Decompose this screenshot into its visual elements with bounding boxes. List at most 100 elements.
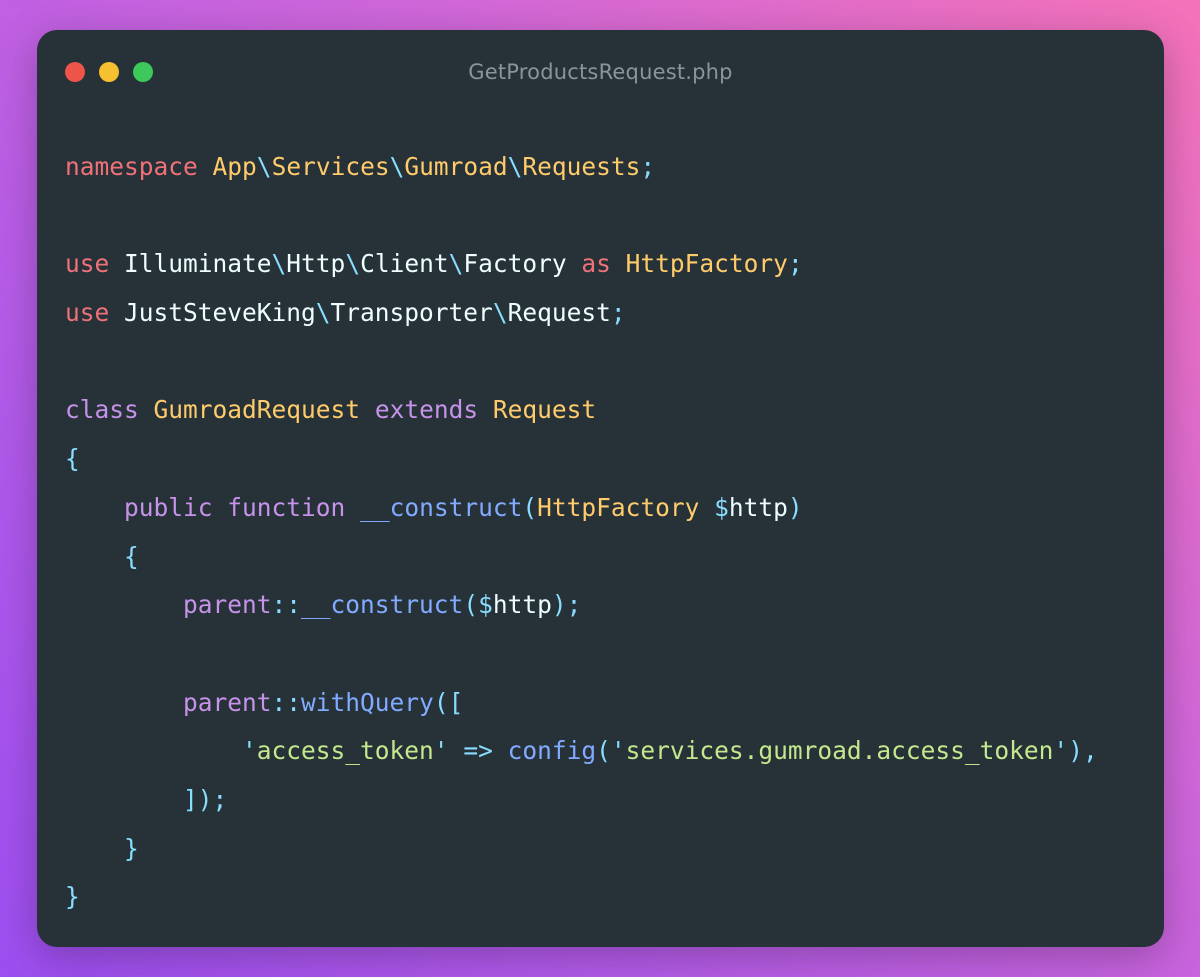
code-token: { (124, 541, 139, 571)
code-token: Illuminate (109, 249, 272, 279)
code-token: \ (256, 152, 272, 181)
code-token: :: (271, 687, 302, 717)
code-token: ); (551, 590, 582, 620)
code-token: function (227, 492, 346, 522)
code-block: namespace App\Services\Gumroad\Requests;… (65, 143, 1098, 922)
code-line: parent::withQuery([ (65, 679, 1098, 728)
code-token: __construct (360, 492, 523, 522)
code-token: withQuery (301, 687, 434, 717)
code-token: access_token (256, 736, 434, 766)
code-token: ( (596, 736, 611, 766)
code-token: GumroadRequest (153, 395, 361, 425)
code-token: __construct (301, 590, 464, 620)
code-token: } (124, 833, 139, 863)
code-line: class GumroadRequest extends Request (65, 386, 1098, 435)
code-token: Transporter (330, 298, 493, 328)
code-token: ]); (183, 784, 228, 814)
code-token: { (65, 444, 80, 474)
code-token: \ (315, 298, 331, 328)
code-token: \ (389, 152, 405, 181)
code-token: ' (1053, 736, 1069, 766)
code-token: ([ (433, 687, 464, 717)
title-bar: GetProductsRequest.php (37, 30, 1164, 116)
code-line: ]); (65, 776, 1098, 825)
code-token: Client (360, 249, 449, 279)
code-token: Http (286, 249, 346, 279)
code-token: \ (507, 152, 523, 181)
code-token: Gumroad (404, 152, 508, 181)
code-token: ( (463, 590, 479, 620)
code-line: } (65, 873, 1098, 922)
code-line: 'access_token' => config('services.gumro… (65, 727, 1098, 776)
code-token: config (507, 736, 597, 766)
code-token: Request (507, 298, 611, 328)
code-token: ), (1068, 736, 1098, 766)
code-token: \ (448, 249, 464, 279)
window-title: GetProductsRequest.php (468, 60, 733, 84)
code-line: } (65, 825, 1098, 874)
code-token: Services (271, 152, 390, 181)
code-token: HttpFactory (537, 492, 700, 522)
code-token: ' (242, 736, 257, 766)
code-token: => (463, 736, 493, 766)
code-token: $ (478, 590, 493, 620)
code-token: extends (374, 395, 479, 425)
code-token: parent (183, 590, 272, 620)
code-token: ; (787, 249, 803, 279)
code-line: parent::__construct($http); (65, 581, 1098, 630)
code-token: Factory (463, 249, 567, 279)
code-token: use (65, 298, 110, 328)
code-line: { (65, 435, 1098, 484)
code-token: parent (183, 687, 272, 717)
code-token: :: (271, 590, 302, 620)
code-token: App (212, 152, 257, 181)
code-line: namespace App\Services\Gumroad\Requests; (65, 143, 1098, 192)
code-window: GetProductsRequest.php namespace App\Ser… (37, 30, 1164, 947)
code-token: HttpFactory (625, 249, 788, 279)
code-token: \ (271, 249, 287, 279)
code-token: ' (433, 736, 449, 766)
code-token: \ (492, 298, 508, 328)
code-token: http (728, 492, 788, 522)
code-token: http (492, 590, 552, 620)
code-line: public function __construct(HttpFactory … (65, 484, 1098, 533)
code-token: class (65, 395, 139, 425)
code-token: namespace (65, 152, 198, 181)
code-token: use (65, 249, 110, 279)
code-token: } (65, 882, 80, 912)
code-token: ( (522, 492, 538, 522)
code-token: Requests (522, 152, 641, 181)
code-token: Request (492, 395, 597, 425)
code-token: ) (787, 492, 803, 522)
code-token: ; (610, 298, 626, 328)
code-line: use Illuminate\Http\Client\Factory as Ht… (65, 240, 1098, 289)
code-token: $ (714, 492, 729, 522)
code-line: use JustSteveKing\Transporter\Request; (65, 289, 1098, 338)
code-token: ' (610, 736, 626, 766)
code-token: ; (640, 152, 656, 181)
code-line: { (65, 533, 1098, 582)
code-token: \ (345, 249, 361, 279)
code-token: JustSteveKing (109, 298, 316, 328)
code-token: services.gumroad.access_token (625, 736, 1054, 766)
